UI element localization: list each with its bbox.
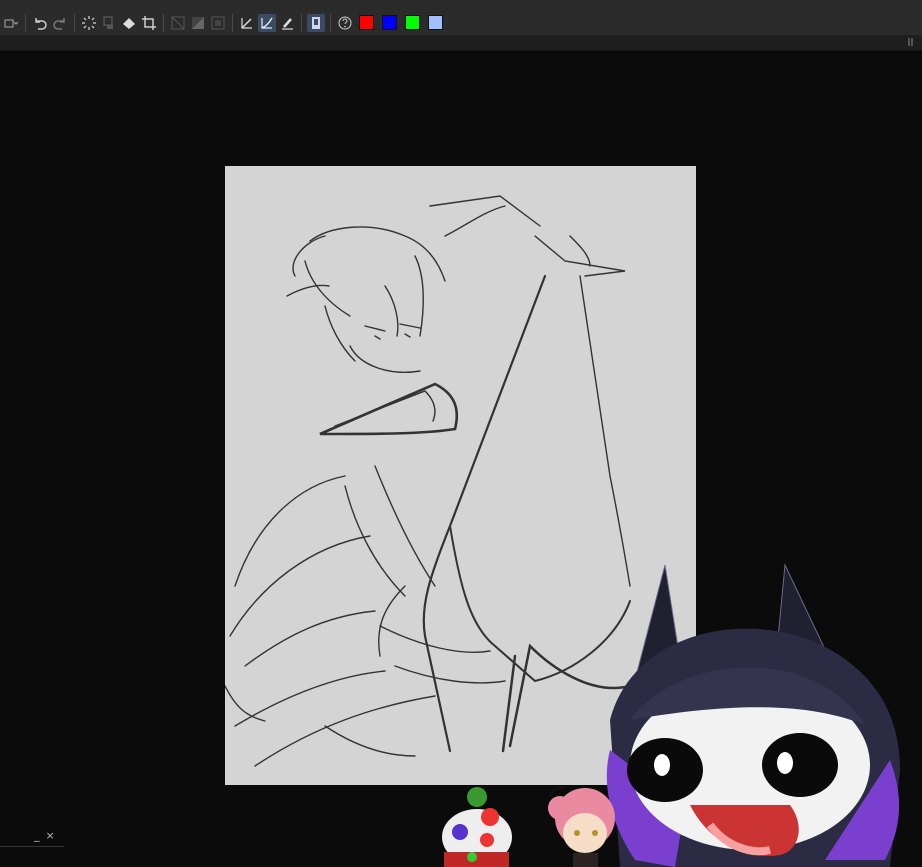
- fill-bucket-icon[interactable]: [120, 14, 138, 32]
- toolbar-divider: [301, 13, 302, 32]
- scroll-edge-icon: [908, 38, 913, 46]
- color-swatch-light-blue[interactable]: [428, 15, 443, 30]
- color-swatch-red[interactable]: [359, 15, 374, 30]
- undo-icon[interactable]: [31, 14, 49, 32]
- frame-icon[interactable]: [209, 14, 227, 32]
- panel-close-button[interactable]: ×: [46, 829, 55, 842]
- toolbar-divider: [330, 13, 331, 32]
- brush-tool-icon[interactable]: [258, 13, 276, 32]
- toolbar-divider: [163, 13, 164, 32]
- redo-icon[interactable]: [51, 14, 69, 32]
- toolbar: [0, 10, 922, 35]
- panel-minimize-button[interactable]: _: [34, 829, 40, 842]
- avatar-pink-character: [548, 786, 615, 867]
- pen-tool-icon[interactable]: [238, 14, 256, 32]
- avatar-demon-character: [606, 563, 900, 867]
- color-swatch-blue[interactable]: [382, 15, 397, 30]
- toolbar-divider: [74, 13, 75, 32]
- transform-icon[interactable]: [169, 14, 187, 32]
- loading-spinner-icon[interactable]: [80, 14, 98, 32]
- document-icon[interactable]: [307, 13, 325, 32]
- toolbar-divider: [232, 13, 233, 32]
- sub-toolbar: [0, 35, 922, 51]
- panel-controls: _ ×: [34, 829, 55, 842]
- color-swatch-green[interactable]: [405, 15, 420, 30]
- help-icon[interactable]: [336, 14, 354, 32]
- gradient-icon[interactable]: [189, 14, 207, 32]
- panel-divider: [0, 846, 64, 847]
- stamp-icon[interactable]: [100, 14, 118, 32]
- crop-icon[interactable]: [140, 14, 158, 32]
- toolbar-divider: [25, 13, 26, 32]
- avatar-bunny-character: [442, 787, 512, 867]
- layer-mode-icon[interactable]: [2, 14, 20, 32]
- eraser-tool-icon[interactable]: [278, 14, 296, 32]
